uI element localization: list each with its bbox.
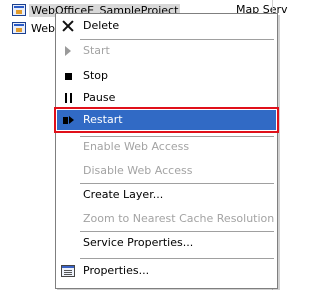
menu-item-label: Pause <box>83 91 116 104</box>
menu-item-label: Restart <box>83 113 123 126</box>
menu-item-label: Properties... <box>83 264 150 277</box>
menu-item-service-properties[interactable]: Service Properties... <box>57 233 276 253</box>
menu-item-properties[interactable]: Properties... <box>57 261 276 281</box>
menu-item-label: Create Layer... <box>83 188 164 201</box>
menu-item-label: Disable Web Access <box>83 164 193 177</box>
menu-item-label: Zoom to Nearest Cache Resolution <box>83 212 275 225</box>
menu-separator <box>80 258 274 259</box>
menu-separator <box>80 39 274 40</box>
menu-item-pause[interactable]: Pause <box>57 88 276 108</box>
menu-item-enable-web-access[interactable]: Enable Web Access <box>57 137 276 157</box>
restart-icon <box>60 112 76 128</box>
pause-icon <box>60 90 76 106</box>
menu-item-restart[interactable]: Restart <box>54 107 279 133</box>
menu-separator <box>80 183 274 184</box>
properties-icon <box>60 263 76 279</box>
menu-item-zoom-to-nearest-cache-resolution[interactable]: Zoom to Nearest Cache Resolution <box>57 209 276 229</box>
menu-item-label: Start <box>83 44 110 57</box>
menu-item-label: Delete <box>83 19 120 32</box>
play-icon <box>60 43 76 59</box>
menu-item-label: Service Properties... <box>83 236 194 249</box>
stop-icon <box>60 68 76 84</box>
menu-item-disable-web-access[interactable]: Disable Web Access <box>57 161 276 181</box>
menu-item-delete[interactable]: Delete <box>57 16 276 36</box>
close-icon <box>60 18 76 34</box>
menu-item-label: Stop <box>83 69 109 82</box>
menu-item-stop[interactable]: Stop <box>57 66 276 86</box>
map-service-icon <box>12 4 26 16</box>
menu-item-label: Enable Web Access <box>83 140 190 153</box>
menu-item-create-layer[interactable]: Create Layer... <box>57 185 276 205</box>
context-menu: Delete Start Stop Pause Restart Enable W… <box>54 13 279 289</box>
menu-separator <box>80 231 274 232</box>
menu-item-start[interactable]: Start <box>57 41 276 61</box>
map-service-icon <box>12 22 26 34</box>
